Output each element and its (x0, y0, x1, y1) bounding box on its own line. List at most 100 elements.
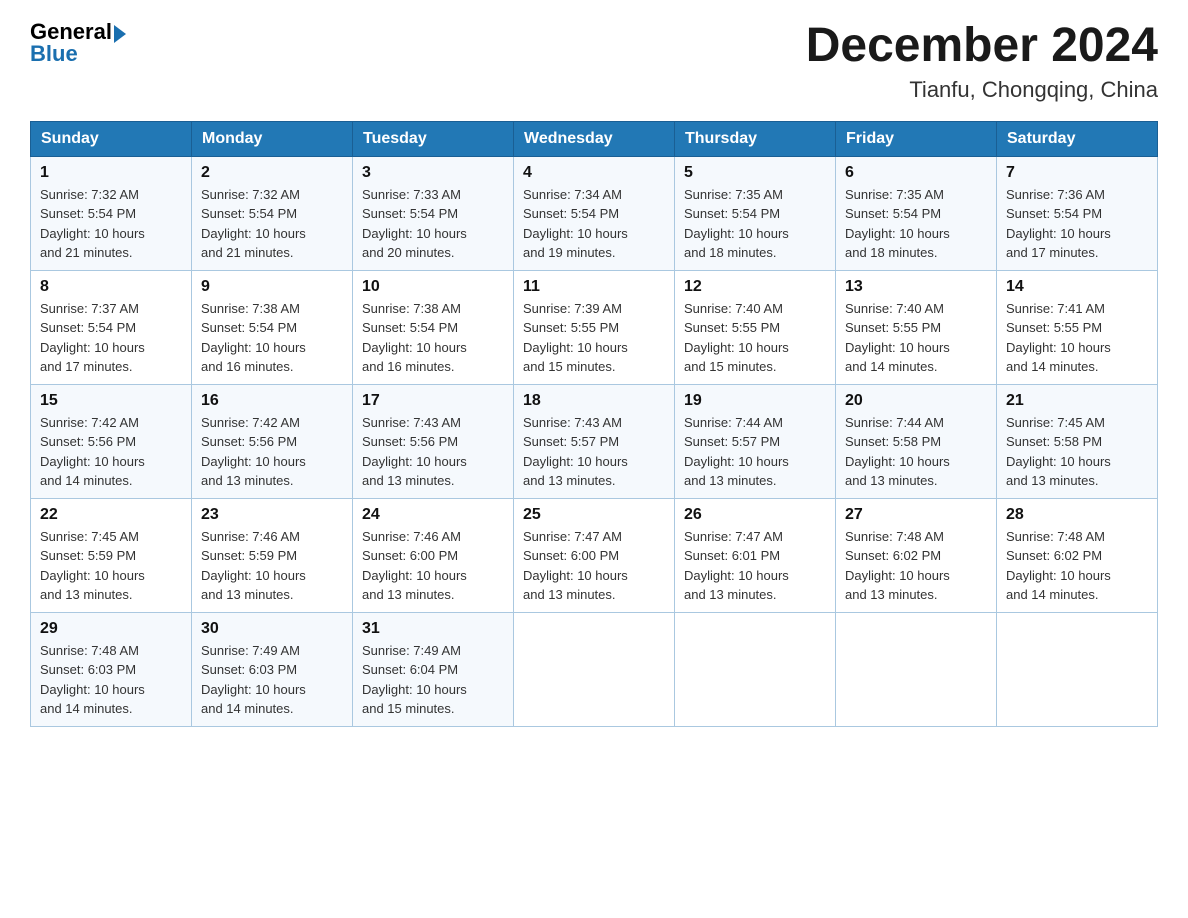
day-info: Sunrise: 7:38 AMSunset: 5:54 PMDaylight:… (201, 301, 306, 375)
calendar-cell: 7 Sunrise: 7:36 AMSunset: 5:54 PMDayligh… (997, 156, 1158, 270)
day-info: Sunrise: 7:34 AMSunset: 5:54 PMDaylight:… (523, 187, 628, 261)
day-number: 29 (40, 620, 182, 638)
calendar-week-row: 15 Sunrise: 7:42 AMSunset: 5:56 PMDaylig… (31, 384, 1158, 498)
day-info: Sunrise: 7:43 AMSunset: 5:57 PMDaylight:… (523, 415, 628, 489)
day-number: 1 (40, 164, 182, 182)
calendar-cell: 30 Sunrise: 7:49 AMSunset: 6:03 PMDaylig… (192, 612, 353, 726)
day-info: Sunrise: 7:40 AMSunset: 5:55 PMDaylight:… (845, 301, 950, 375)
calendar-cell: 22 Sunrise: 7:45 AMSunset: 5:59 PMDaylig… (31, 498, 192, 612)
day-header-sunday: Sunday (31, 121, 192, 156)
day-number: 13 (845, 278, 987, 296)
day-header-monday: Monday (192, 121, 353, 156)
day-number: 6 (845, 164, 987, 182)
day-number: 25 (523, 506, 665, 524)
day-number: 20 (845, 392, 987, 410)
day-info: Sunrise: 7:32 AMSunset: 5:54 PMDaylight:… (201, 187, 306, 261)
calendar-cell: 21 Sunrise: 7:45 AMSunset: 5:58 PMDaylig… (997, 384, 1158, 498)
day-info: Sunrise: 7:47 AMSunset: 6:00 PMDaylight:… (523, 529, 628, 603)
calendar-cell: 23 Sunrise: 7:46 AMSunset: 5:59 PMDaylig… (192, 498, 353, 612)
day-info: Sunrise: 7:35 AMSunset: 5:54 PMDaylight:… (684, 187, 789, 261)
day-number: 17 (362, 392, 504, 410)
day-header-tuesday: Tuesday (353, 121, 514, 156)
day-number: 11 (523, 278, 665, 296)
day-header-friday: Friday (836, 121, 997, 156)
day-number: 28 (1006, 506, 1148, 524)
calendar-table: SundayMondayTuesdayWednesdayThursdayFrid… (30, 121, 1158, 727)
calendar-cell: 4 Sunrise: 7:34 AMSunset: 5:54 PMDayligh… (514, 156, 675, 270)
calendar-cell: 27 Sunrise: 7:48 AMSunset: 6:02 PMDaylig… (836, 498, 997, 612)
calendar-cell: 13 Sunrise: 7:40 AMSunset: 5:55 PMDaylig… (836, 270, 997, 384)
calendar-cell (836, 612, 997, 726)
calendar-cell: 14 Sunrise: 7:41 AMSunset: 5:55 PMDaylig… (997, 270, 1158, 384)
calendar-cell: 1 Sunrise: 7:32 AMSunset: 5:54 PMDayligh… (31, 156, 192, 270)
day-info: Sunrise: 7:35 AMSunset: 5:54 PMDaylight:… (845, 187, 950, 261)
calendar-cell (514, 612, 675, 726)
calendar-cell: 3 Sunrise: 7:33 AMSunset: 5:54 PMDayligh… (353, 156, 514, 270)
day-number: 9 (201, 278, 343, 296)
calendar-cell: 8 Sunrise: 7:37 AMSunset: 5:54 PMDayligh… (31, 270, 192, 384)
calendar-cell: 31 Sunrise: 7:49 AMSunset: 6:04 PMDaylig… (353, 612, 514, 726)
day-info: Sunrise: 7:45 AMSunset: 5:58 PMDaylight:… (1006, 415, 1111, 489)
day-number: 5 (684, 164, 826, 182)
day-info: Sunrise: 7:48 AMSunset: 6:02 PMDaylight:… (1006, 529, 1111, 603)
calendar-cell: 26 Sunrise: 7:47 AMSunset: 6:01 PMDaylig… (675, 498, 836, 612)
calendar-week-row: 1 Sunrise: 7:32 AMSunset: 5:54 PMDayligh… (31, 156, 1158, 270)
day-info: Sunrise: 7:37 AMSunset: 5:54 PMDaylight:… (40, 301, 145, 375)
day-info: Sunrise: 7:47 AMSunset: 6:01 PMDaylight:… (684, 529, 789, 603)
day-info: Sunrise: 7:39 AMSunset: 5:55 PMDaylight:… (523, 301, 628, 375)
day-number: 15 (40, 392, 182, 410)
calendar-cell: 19 Sunrise: 7:44 AMSunset: 5:57 PMDaylig… (675, 384, 836, 498)
calendar-title: December 2024 (806, 20, 1158, 73)
calendar-cell: 20 Sunrise: 7:44 AMSunset: 5:58 PMDaylig… (836, 384, 997, 498)
calendar-header-row: SundayMondayTuesdayWednesdayThursdayFrid… (31, 121, 1158, 156)
day-number: 21 (1006, 392, 1148, 410)
calendar-subtitle: Tianfu, Chongqing, China (806, 77, 1158, 103)
day-header-thursday: Thursday (675, 121, 836, 156)
page-header: General Blue December 2024 Tianfu, Chong… (30, 20, 1158, 103)
calendar-week-row: 29 Sunrise: 7:48 AMSunset: 6:03 PMDaylig… (31, 612, 1158, 726)
day-number: 31 (362, 620, 504, 638)
day-number: 7 (1006, 164, 1148, 182)
calendar-cell: 12 Sunrise: 7:40 AMSunset: 5:55 PMDaylig… (675, 270, 836, 384)
day-info: Sunrise: 7:49 AMSunset: 6:03 PMDaylight:… (201, 643, 306, 717)
calendar-week-row: 8 Sunrise: 7:37 AMSunset: 5:54 PMDayligh… (31, 270, 1158, 384)
calendar-week-row: 22 Sunrise: 7:45 AMSunset: 5:59 PMDaylig… (31, 498, 1158, 612)
calendar-cell (675, 612, 836, 726)
day-info: Sunrise: 7:38 AMSunset: 5:54 PMDaylight:… (362, 301, 467, 375)
day-number: 16 (201, 392, 343, 410)
day-info: Sunrise: 7:42 AMSunset: 5:56 PMDaylight:… (201, 415, 306, 489)
calendar-cell: 25 Sunrise: 7:47 AMSunset: 6:00 PMDaylig… (514, 498, 675, 612)
calendar-cell: 17 Sunrise: 7:43 AMSunset: 5:56 PMDaylig… (353, 384, 514, 498)
day-number: 3 (362, 164, 504, 182)
calendar-cell: 11 Sunrise: 7:39 AMSunset: 5:55 PMDaylig… (514, 270, 675, 384)
day-info: Sunrise: 7:32 AMSunset: 5:54 PMDaylight:… (40, 187, 145, 261)
logo-icon: General Blue (30, 20, 126, 66)
day-number: 18 (523, 392, 665, 410)
calendar-cell: 28 Sunrise: 7:48 AMSunset: 6:02 PMDaylig… (997, 498, 1158, 612)
calendar-cell: 16 Sunrise: 7:42 AMSunset: 5:56 PMDaylig… (192, 384, 353, 498)
day-number: 19 (684, 392, 826, 410)
calendar-cell: 15 Sunrise: 7:42 AMSunset: 5:56 PMDaylig… (31, 384, 192, 498)
calendar-cell (997, 612, 1158, 726)
day-number: 12 (684, 278, 826, 296)
logo: General Blue (30, 20, 126, 66)
day-info: Sunrise: 7:33 AMSunset: 5:54 PMDaylight:… (362, 187, 467, 261)
day-info: Sunrise: 7:49 AMSunset: 6:04 PMDaylight:… (362, 643, 467, 717)
calendar-cell: 5 Sunrise: 7:35 AMSunset: 5:54 PMDayligh… (675, 156, 836, 270)
day-number: 10 (362, 278, 504, 296)
day-header-wednesday: Wednesday (514, 121, 675, 156)
day-info: Sunrise: 7:45 AMSunset: 5:59 PMDaylight:… (40, 529, 145, 603)
day-number: 30 (201, 620, 343, 638)
day-info: Sunrise: 7:48 AMSunset: 6:03 PMDaylight:… (40, 643, 145, 717)
calendar-cell: 10 Sunrise: 7:38 AMSunset: 5:54 PMDaylig… (353, 270, 514, 384)
calendar-cell: 6 Sunrise: 7:35 AMSunset: 5:54 PMDayligh… (836, 156, 997, 270)
day-number: 8 (40, 278, 182, 296)
day-info: Sunrise: 7:46 AMSunset: 6:00 PMDaylight:… (362, 529, 467, 603)
day-number: 27 (845, 506, 987, 524)
day-number: 22 (40, 506, 182, 524)
day-number: 2 (201, 164, 343, 182)
day-number: 14 (1006, 278, 1148, 296)
title-block: December 2024 Tianfu, Chongqing, China (806, 20, 1158, 103)
day-info: Sunrise: 7:44 AMSunset: 5:57 PMDaylight:… (684, 415, 789, 489)
day-info: Sunrise: 7:48 AMSunset: 6:02 PMDaylight:… (845, 529, 950, 603)
